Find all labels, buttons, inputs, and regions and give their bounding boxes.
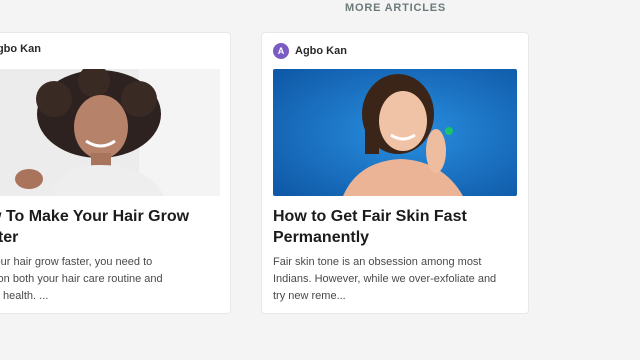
author-name: Agbo Kan (295, 45, 347, 57)
woman-curly-hair-photo (0, 69, 220, 196)
article-card[interactable]: Agbo Kan w To Make Your Hair Grow ster y… (0, 32, 231, 314)
author: A Agbo Kan (273, 43, 347, 59)
article-title[interactable]: How to Get Fair Skin Fast Permanently (273, 206, 467, 248)
article-card[interactable]: A Agbo Kan How to Get Fair Skin Fast Per… (261, 32, 529, 314)
author: Agbo Kan (0, 43, 41, 55)
section-title: MORE ARTICLES (345, 2, 447, 14)
author-name: Agbo Kan (0, 43, 41, 55)
article-excerpt: your hair grow faster, you need to s on … (0, 256, 163, 302)
woman-blue-background-photo (273, 69, 517, 196)
avatar: A (273, 43, 289, 59)
article-excerpt: Fair skin tone is an obsession among mos… (273, 256, 497, 302)
article-thumbnail[interactable] (273, 69, 517, 196)
article-thumbnail[interactable] (0, 69, 220, 196)
article-title[interactable]: w To Make Your Hair Grow ster (0, 206, 189, 248)
